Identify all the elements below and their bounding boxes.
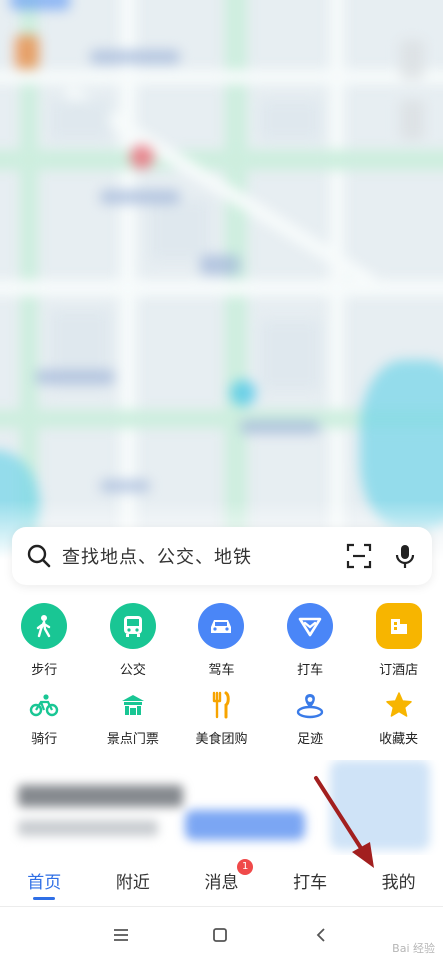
hotel-icon bbox=[375, 603, 422, 649]
tab-label: 打车 bbox=[293, 873, 328, 893]
action-label: 步行 bbox=[31, 663, 58, 678]
map-tiles bbox=[0, 0, 443, 560]
tab-home[interactable]: 首页 bbox=[0, 860, 89, 902]
footprint-icon bbox=[295, 690, 325, 720]
tab-mine[interactable]: 我的 bbox=[354, 860, 443, 902]
action-bus[interactable]: 公交 bbox=[89, 603, 178, 678]
tab-label: 首页 bbox=[27, 873, 62, 893]
tab-label: 我的 bbox=[381, 873, 416, 893]
bus-icon bbox=[109, 603, 156, 649]
star-icon bbox=[384, 690, 414, 720]
tab-label: 消息 bbox=[204, 873, 239, 893]
home-square-icon[interactable] bbox=[209, 924, 231, 946]
tab-label: 附近 bbox=[115, 873, 150, 893]
action-favorites[interactable]: 收藏夹 bbox=[354, 690, 443, 747]
system-nav-bar bbox=[0, 910, 443, 960]
action-drive[interactable]: 驾车 bbox=[177, 603, 266, 678]
main-actions-row: 步行 公交 驾车 打车 订酒店 bbox=[0, 603, 443, 678]
action-hotel[interactable]: 订酒店 bbox=[354, 603, 443, 678]
food-icon bbox=[206, 690, 236, 720]
scenic-ticket-icon bbox=[118, 690, 148, 720]
action-label: 景点门票 bbox=[106, 732, 159, 747]
microphone-icon[interactable] bbox=[392, 543, 418, 569]
action-footprint[interactable]: 足迹 bbox=[266, 690, 355, 747]
divider bbox=[0, 906, 443, 907]
bottom-tab-bar: 首页 附近 消息 1 打车 我的 bbox=[0, 859, 443, 902]
action-food-deals[interactable]: 美食团购 bbox=[177, 690, 266, 747]
action-label: 订酒店 bbox=[379, 663, 419, 678]
action-label: 驾车 bbox=[208, 663, 235, 678]
scan-icon[interactable] bbox=[346, 543, 372, 569]
action-label: 收藏夹 bbox=[379, 732, 419, 747]
action-label: 足迹 bbox=[297, 732, 324, 747]
tab-messages[interactable]: 消息 1 bbox=[177, 859, 266, 902]
unread-badge: 1 bbox=[237, 859, 254, 875]
menu-icon[interactable] bbox=[110, 924, 132, 946]
action-scenic-ticket[interactable]: 景点门票 bbox=[89, 690, 178, 747]
back-icon[interactable] bbox=[310, 924, 332, 946]
search-input[interactable]: 查找地点、公交、地铁 bbox=[62, 543, 346, 569]
active-tab-indicator bbox=[33, 897, 55, 900]
action-bike[interactable]: 骑行 bbox=[0, 690, 89, 747]
sub-actions-row: 骑行 景点门票 美食团购 足迹 收藏夹 bbox=[0, 690, 443, 747]
watermark: Bai 经验 bbox=[392, 942, 435, 955]
walk-icon bbox=[21, 603, 68, 649]
promo-card-content bbox=[0, 760, 443, 855]
action-taxi[interactable]: 打车 bbox=[266, 603, 355, 678]
search-icon bbox=[27, 544, 51, 568]
search-bar[interactable]: 查找地点、公交、地铁 bbox=[12, 527, 432, 585]
bicycle-icon bbox=[29, 690, 59, 720]
tab-nearby[interactable]: 附近 bbox=[89, 860, 178, 902]
action-walk[interactable]: 步行 bbox=[0, 603, 89, 678]
car-icon bbox=[198, 603, 245, 649]
action-label: 美食团购 bbox=[195, 732, 248, 747]
action-label: 公交 bbox=[119, 663, 146, 678]
tab-taxi[interactable]: 打车 bbox=[266, 860, 355, 902]
map-view[interactable] bbox=[0, 0, 443, 560]
action-label: 骑行 bbox=[31, 732, 58, 747]
taxi-icon bbox=[287, 603, 334, 649]
action-label: 打车 bbox=[297, 663, 324, 678]
promo-card[interactable] bbox=[0, 760, 443, 855]
